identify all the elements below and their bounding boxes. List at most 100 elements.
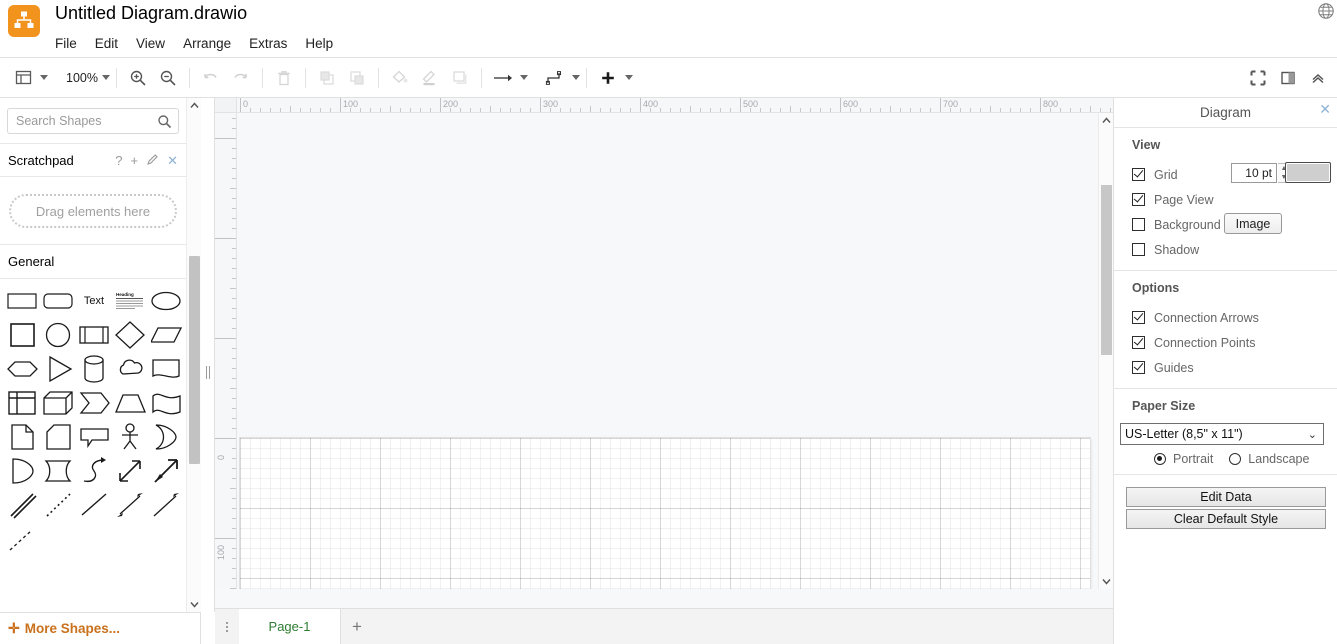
connection-arrow-button[interactable] xyxy=(488,63,528,93)
sidebar-scroll-up-icon[interactable] xyxy=(187,98,202,113)
collapse-toolbar-icon[interactable] xyxy=(1303,63,1333,93)
more-shapes-button[interactable]: ✛ More Shapes... xyxy=(0,612,200,644)
fill-color-icon[interactable] xyxy=(385,63,415,93)
shape-document[interactable] xyxy=(148,352,184,386)
pencil-icon[interactable] xyxy=(146,153,159,168)
line-color-icon[interactable] xyxy=(415,63,445,93)
canvas-surface[interactable] xyxy=(237,113,1098,589)
zoom-out-icon[interactable] xyxy=(153,63,183,93)
close-x-icon[interactable]: ✕ xyxy=(1319,102,1331,116)
shape-data-storage[interactable] xyxy=(40,454,76,488)
shape-trapezoid[interactable] xyxy=(112,386,148,420)
grid-checkbox[interactable] xyxy=(1132,168,1145,181)
shape-directional-connector[interactable] xyxy=(148,488,184,522)
guides-checkbox[interactable] xyxy=(1132,361,1145,374)
shape-ellipse[interactable] xyxy=(148,284,184,318)
plus-icon[interactable]: + xyxy=(131,154,139,167)
shape-bidirectional-arrow[interactable] xyxy=(112,454,148,488)
format-panel-icon[interactable] xyxy=(1273,63,1303,93)
search-input[interactable] xyxy=(14,108,154,133)
menu-file[interactable]: File xyxy=(55,34,86,53)
trash-icon[interactable] xyxy=(269,63,299,93)
shape-triangle[interactable] xyxy=(40,352,76,386)
shape-and[interactable] xyxy=(4,454,40,488)
insert-plus-icon[interactable] xyxy=(593,63,623,93)
page-menu-dots-icon[interactable] xyxy=(215,609,239,644)
connection-points-checkbox[interactable] xyxy=(1132,336,1145,349)
zoom-in-icon[interactable] xyxy=(123,63,153,93)
shape-section-general[interactable]: General xyxy=(0,245,186,279)
zoom-level-label[interactable]: 100% xyxy=(64,71,100,85)
shape-callout[interactable] xyxy=(76,420,112,454)
shape-tape[interactable] xyxy=(148,386,184,420)
shape-or[interactable] xyxy=(148,420,184,454)
view-layout-icon[interactable] xyxy=(8,63,38,93)
shape-dashed-line[interactable] xyxy=(40,488,76,522)
menu-view[interactable]: View xyxy=(136,34,174,53)
shape-parallelogram[interactable] xyxy=(148,318,184,352)
close-x-icon[interactable]: ✕ xyxy=(167,154,178,167)
insert-button[interactable] xyxy=(593,63,633,93)
edge-style-icon[interactable] xyxy=(540,63,570,93)
canvas-scroll-up-icon[interactable] xyxy=(1099,113,1113,128)
shape-double-line[interactable] xyxy=(4,488,40,522)
canvas-vertical-scroll-thumb[interactable] xyxy=(1101,185,1112,355)
shape-directional-arrow[interactable] xyxy=(148,454,184,488)
grid-color-swatch[interactable] xyxy=(1285,162,1331,183)
view-layout-caret-icon[interactable] xyxy=(40,75,48,80)
shape-process[interactable] xyxy=(76,318,112,352)
shape-bidirectional-connector[interactable] xyxy=(112,488,148,522)
shape-curved-arrow[interactable] xyxy=(76,454,112,488)
sidebar-scroll-down-icon[interactable] xyxy=(187,597,202,612)
search-shapes-box[interactable] xyxy=(7,107,179,134)
shape-note[interactable] xyxy=(4,420,40,454)
sidebar-scroll-thumb[interactable] xyxy=(189,256,200,464)
view-layout-button[interactable] xyxy=(8,63,48,93)
send-to-back-icon[interactable] xyxy=(342,63,372,93)
scratchpad-dropzone[interactable]: Drag elements here xyxy=(9,194,177,228)
shape-step[interactable] xyxy=(76,386,112,420)
fullscreen-icon[interactable] xyxy=(1243,63,1273,93)
menu-help[interactable]: Help xyxy=(305,34,342,53)
page-tab-page-1[interactable]: Page-1 xyxy=(239,609,341,644)
edge-style-button[interactable] xyxy=(540,63,580,93)
edge-style-caret-icon[interactable] xyxy=(571,75,580,80)
landscape-radio[interactable] xyxy=(1229,453,1242,465)
shape-circle[interactable] xyxy=(40,318,76,352)
language-globe-icon[interactable] xyxy=(1317,2,1335,20)
menu-extras[interactable]: Extras xyxy=(249,34,296,53)
add-page-icon[interactable]: + xyxy=(341,609,373,644)
bring-to-front-icon[interactable] xyxy=(312,63,342,93)
grid-size-input[interactable]: 10 pt xyxy=(1231,163,1277,183)
help-question-icon[interactable]: ? xyxy=(115,154,122,167)
diagram-page[interactable] xyxy=(240,438,1090,589)
menu-arrange[interactable]: Arrange xyxy=(183,34,240,53)
portrait-radio[interactable] xyxy=(1154,453,1166,465)
insert-caret-icon[interactable] xyxy=(624,75,633,80)
zoom-caret-icon[interactable] xyxy=(101,75,110,80)
search-icon[interactable] xyxy=(157,114,172,134)
shadow-icon[interactable] xyxy=(445,63,475,93)
page-view-checkbox[interactable] xyxy=(1132,193,1145,206)
menu-edit[interactable]: Edit xyxy=(95,34,127,53)
canvas-area[interactable]: 0 100 200 300 400 500 600 700 800 0 100 xyxy=(215,98,1113,644)
shape-internal-storage[interactable] xyxy=(4,386,40,420)
shape-actor[interactable] xyxy=(112,420,148,454)
shape-diamond[interactable] xyxy=(112,318,148,352)
shape-card[interactable] xyxy=(40,420,76,454)
vertical-ruler[interactable]: 0 100 xyxy=(215,113,237,589)
shape-square[interactable] xyxy=(4,318,40,352)
shape-text[interactable]: Text xyxy=(76,284,112,318)
sidebar-scrollbar[interactable] xyxy=(186,98,201,612)
shape-dashed-connector[interactable] xyxy=(4,522,40,556)
splitter-handle-icon[interactable] xyxy=(205,366,211,379)
shape-hexagon[interactable] xyxy=(4,352,40,386)
redo-icon[interactable] xyxy=(226,63,256,93)
shape-textbox-heading[interactable]: Heading xyxy=(112,284,148,318)
horizontal-ruler[interactable]: 0 100 200 300 400 500 600 700 800 xyxy=(237,98,1113,113)
edit-data-button[interactable]: Edit Data xyxy=(1126,487,1326,507)
shape-cube[interactable] xyxy=(40,386,76,420)
undo-icon[interactable] xyxy=(196,63,226,93)
shape-rectangle[interactable] xyxy=(4,284,40,318)
connection-arrows-checkbox[interactable] xyxy=(1132,311,1145,324)
